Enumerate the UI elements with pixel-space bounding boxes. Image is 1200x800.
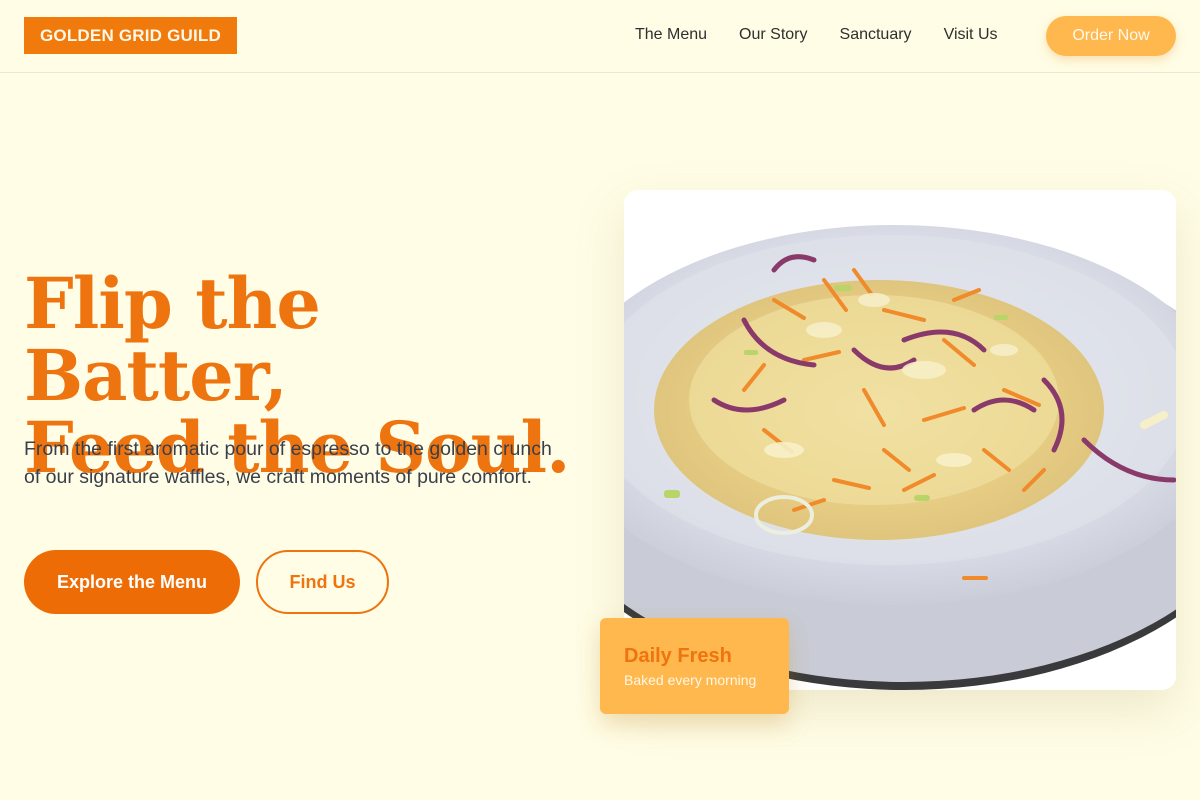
- nav-link-story[interactable]: Our Story: [739, 24, 807, 46]
- order-now-button[interactable]: Order Now: [1046, 16, 1176, 56]
- hero-description: From the first aromatic pour of espresso…: [24, 438, 552, 488]
- explore-menu-button[interactable]: Explore the Menu: [24, 550, 240, 614]
- logo[interactable]: GOLDEN GRID GUILD: [24, 17, 237, 54]
- hero-image: [624, 190, 1176, 690]
- main-nav: The Menu Our Story Sanctuary Visit Us: [635, 24, 998, 46]
- salad-plate-illustration: [624, 190, 1176, 690]
- daily-fresh-badge: Daily Fresh Baked every morning: [600, 618, 789, 714]
- nav-link-visit[interactable]: Visit Us: [944, 24, 998, 46]
- headline-line-1: Flip the Batter,: [24, 262, 321, 417]
- nav-link-sanctuary[interactable]: Sanctuary: [840, 24, 912, 46]
- badge-subtitle: Baked every morning: [624, 672, 757, 688]
- site-header: GOLDEN GRID GUILD The Menu Our Story San…: [0, 0, 1200, 73]
- nav-link-menu[interactable]: The Menu: [635, 24, 707, 46]
- find-us-button[interactable]: Find Us: [256, 550, 389, 614]
- badge-title: Daily Fresh: [624, 645, 732, 667]
